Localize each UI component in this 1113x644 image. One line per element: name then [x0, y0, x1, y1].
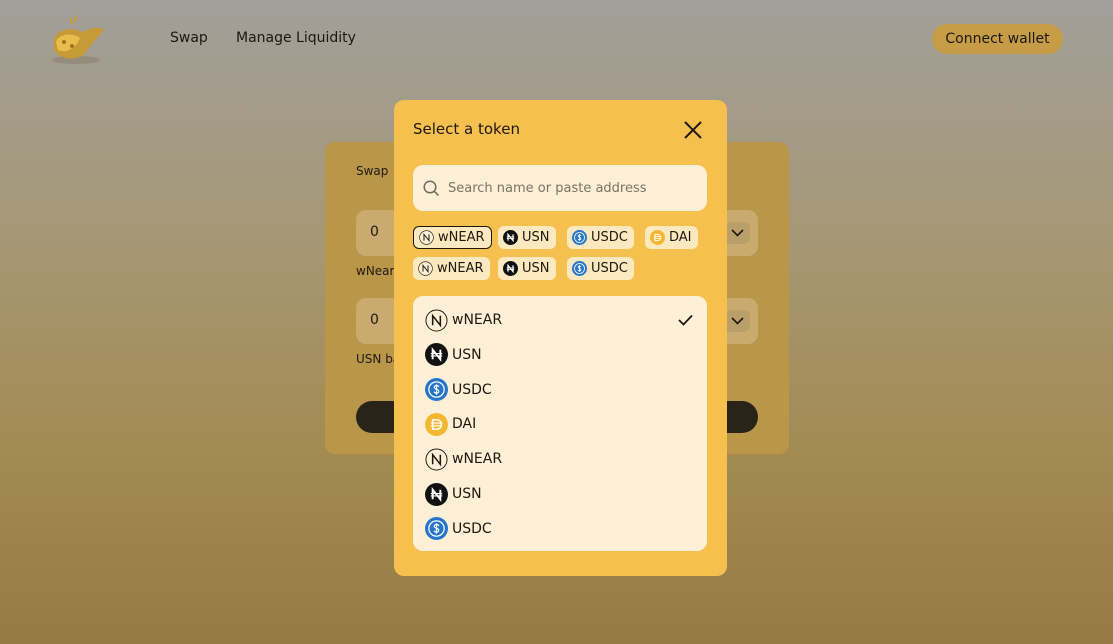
usdc-icon: [572, 261, 587, 276]
chip-label: DAI: [669, 230, 692, 245]
connect-wallet-button[interactable]: Connect wallet: [932, 24, 1063, 54]
wnear-icon: [418, 261, 433, 276]
token-list-item-wnear[interactable]: wNEAR: [413, 303, 707, 337]
modal-title: Select a token: [413, 120, 520, 138]
wnear-icon: [419, 230, 434, 245]
quick-token-chip-usn[interactable]: USN: [498, 257, 556, 280]
token-symbol: USDC: [452, 520, 492, 537]
token-list-item-usdc[interactable]: USDC: [413, 512, 707, 546]
chip-label: USDC: [591, 261, 628, 276]
search-input[interactable]: [448, 177, 698, 199]
quick-token-chip-wnear[interactable]: wNEAR: [413, 257, 490, 280]
chevron-down-icon[interactable]: [724, 222, 750, 244]
token-symbol: USN: [452, 346, 482, 363]
token-list: wNEAR USN USDC DAI wNEAR USN USDC: [413, 296, 707, 551]
usn-icon: [425, 482, 448, 506]
to-amount-value: 0: [370, 312, 379, 328]
usdc-icon: [425, 517, 448, 541]
quick-token-chip-usdc[interactable]: USDC: [567, 257, 634, 280]
token-symbol: wNEAR: [452, 312, 503, 328]
token-symbol: USN: [452, 486, 482, 502]
dai-icon: [650, 230, 665, 245]
chip-label: USDC: [591, 230, 628, 245]
token-list-item-usn[interactable]: USN: [413, 338, 707, 372]
from-amount-value: 0: [370, 224, 379, 240]
select-token-modal: Select a token wNEAR USN USDC DAI wNEAR USN US…: [394, 100, 727, 576]
token-list-item-usn[interactable]: USN: [413, 477, 707, 511]
dai-icon: [425, 412, 448, 436]
token-list-item-wnear[interactable]: wNEAR: [413, 442, 707, 476]
swap-card-title: Swap: [356, 164, 389, 178]
token-symbol: wNEAR: [452, 451, 503, 468]
quick-token-chip-wnear[interactable]: wNEAR: [413, 226, 492, 249]
usn-icon: [503, 230, 518, 245]
nav-swap[interactable]: Swap: [170, 30, 208, 46]
usdc-icon: [425, 378, 448, 402]
chevron-down-icon[interactable]: [724, 310, 750, 332]
chip-label: wNEAR: [438, 230, 485, 245]
usn-icon: [503, 261, 518, 276]
search-icon: [423, 180, 440, 197]
usn-icon: [425, 343, 448, 367]
checkmark-icon: [678, 314, 693, 326]
token-list-item-usdc[interactable]: USDC: [413, 373, 707, 407]
token-search-field[interactable]: [413, 165, 707, 211]
quick-token-chip-usdc[interactable]: USDC: [567, 226, 634, 249]
chip-label: USN: [522, 261, 550, 276]
chip-label: wNEAR: [437, 261, 484, 276]
usdc-icon: [572, 230, 587, 245]
token-list-item-dai[interactable]: DAI: [413, 407, 707, 441]
nav-manage-liquidity[interactable]: Manage Liquidity: [236, 30, 356, 46]
token-symbol: DAI: [452, 416, 477, 433]
wnear-icon: [425, 308, 448, 332]
close-icon[interactable]: [682, 119, 704, 141]
quick-token-chip-usn[interactable]: USN: [498, 226, 556, 249]
token-symbol: USDC: [452, 381, 492, 398]
app-logo[interactable]: [48, 12, 108, 68]
wnear-icon: [425, 448, 448, 471]
chip-label: USN: [522, 230, 550, 245]
from-balance-label: wNear: [356, 264, 395, 278]
quick-token-chip-dai[interactable]: DAI: [645, 226, 698, 249]
